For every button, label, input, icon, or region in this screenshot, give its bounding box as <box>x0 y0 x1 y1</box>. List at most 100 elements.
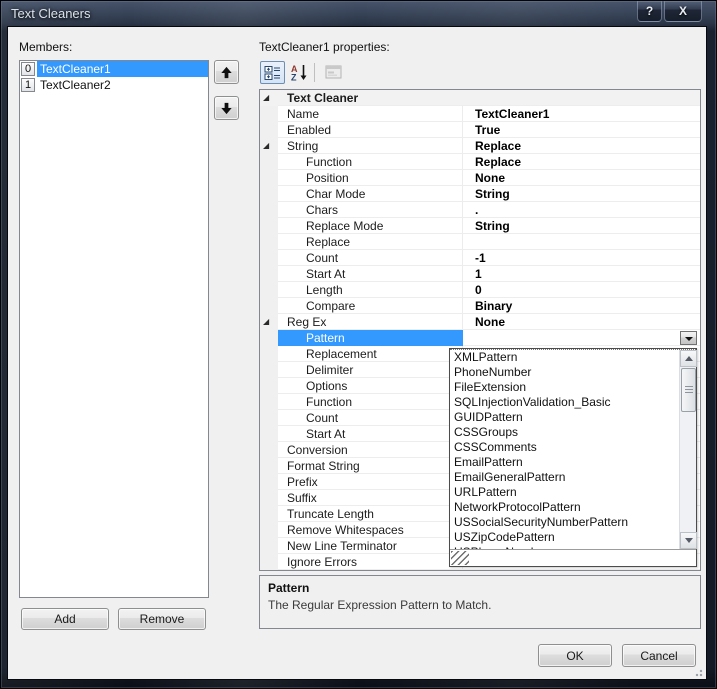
property-value: String <box>475 187 510 201</box>
help-button[interactable]: ? <box>637 1 662 22</box>
property-row-replace[interactable]: Replace <box>260 234 700 250</box>
property-label: Name <box>287 107 319 121</box>
cancel-button[interactable]: Cancel <box>622 644 696 667</box>
property-row-position[interactable]: Position None <box>260 170 700 186</box>
alphabetical-sort-icon: A Z <box>291 64 309 81</box>
move-down-button[interactable] <box>214 96 239 120</box>
dropdown-item[interactable]: CSSGroups <box>450 425 696 440</box>
property-value: String <box>475 219 510 233</box>
scroll-down-button[interactable] <box>680 532 697 549</box>
property-row-function[interactable]: Function Replace <box>260 154 700 170</box>
svg-text:Z: Z <box>291 73 297 82</box>
property-row-start-at[interactable]: Start At 1 <box>260 266 700 282</box>
dropdown-item[interactable]: CSSComments <box>450 440 696 455</box>
property-label: Text Cleaner <box>287 91 358 105</box>
description-title: Pattern <box>268 581 692 595</box>
member-index: 0 <box>21 62 35 76</box>
window-resize-grip[interactable] <box>693 667 703 677</box>
property-label: New Line Terminator <box>287 539 397 553</box>
property-label: Prefix <box>287 475 318 489</box>
dropdown-item[interactable]: EmailGeneralPattern <box>450 470 696 485</box>
property-description-panel: Pattern The Regular Expression Pattern t… <box>259 575 701 629</box>
toolbar-separator <box>314 63 315 82</box>
expand-triangle-icon[interactable]: ◢ <box>263 316 269 327</box>
property-value: None <box>475 171 505 185</box>
close-button[interactable]: X <box>664 1 702 22</box>
description-text: The Regular Expression Pattern to Match. <box>268 598 692 612</box>
title-bar[interactable]: Text Cleaners ? X <box>1 1 716 27</box>
add-button[interactable]: Add <box>21 608 109 630</box>
property-row-enabled[interactable]: EnabledTrue <box>260 122 700 138</box>
ok-button[interactable]: OK <box>538 644 612 667</box>
property-row-count[interactable]: Count-1 <box>260 250 700 266</box>
expand-triangle-icon[interactable]: ◢ <box>263 92 269 103</box>
combo-dropdown-button[interactable] <box>680 331 697 345</box>
property-value: . <box>475 203 478 217</box>
property-row-string[interactable]: ◢StringReplace <box>260 138 700 154</box>
dropdown-item[interactable]: XMLPattern <box>450 350 696 365</box>
dropdown-item[interactable]: EmailPattern <box>450 455 696 470</box>
remove-button[interactable]: Remove <box>118 608 206 630</box>
property-row-name[interactable]: Name TextCleaner1 <box>260 106 700 122</box>
scroll-down-icon <box>685 538 693 543</box>
dropdown-item[interactable]: USZipCodePattern <box>450 530 696 545</box>
property-value: Replace <box>475 139 521 153</box>
property-label: Length <box>306 283 343 297</box>
property-pages-icon <box>325 65 342 80</box>
dropdown-resize-bar[interactable] <box>450 549 696 566</box>
property-value: None <box>475 315 505 329</box>
scroll-up-icon <box>685 356 693 361</box>
add-button-label: Add <box>54 612 75 626</box>
dropdown-item[interactable]: USSocialSecurityNumberPattern <box>450 515 696 530</box>
property-label: Suffix <box>287 491 317 505</box>
property-row-text-cleaner[interactable]: ◢ Text Cleaner <box>260 90 700 106</box>
property-value: TextCleaner1 <box>475 107 549 121</box>
property-value: -1 <box>475 251 486 265</box>
member-index: 1 <box>21 78 35 92</box>
member-label: TextCleaner1 <box>37 61 208 77</box>
cancel-button-label: Cancel <box>640 649 677 663</box>
property-label: Compare <box>306 299 355 313</box>
scroll-up-button[interactable] <box>680 350 697 367</box>
property-value: 1 <box>475 267 482 281</box>
dropdown-item[interactable]: PhoneNumber <box>450 365 696 380</box>
ok-button-label: OK <box>566 649 583 663</box>
property-row-pattern[interactable]: Pattern <box>260 330 700 346</box>
dropdown-resize-grip-icon[interactable] <box>451 551 469 565</box>
property-value: Replace <box>475 155 521 169</box>
scrollbar-thumb[interactable] <box>681 368 696 412</box>
text-cleaners-dialog: Text Cleaners ? X Members: 0TextCleaner1… <box>0 0 717 689</box>
dropdown-item[interactable]: GUIDPattern <box>450 410 696 425</box>
property-row-replace-mode[interactable]: Replace ModeString <box>260 218 700 234</box>
property-value: Binary <box>475 299 512 313</box>
pattern-dropdown: XMLPatternPhoneNumberFileExtensionSQLInj… <box>449 348 697 567</box>
property-label: Position <box>306 171 349 185</box>
property-row-compare[interactable]: Compare Binary <box>260 298 700 314</box>
property-row-length[interactable]: Length0 <box>260 282 700 298</box>
property-row-char-mode[interactable]: Char ModeString <box>260 186 700 202</box>
pattern-dropdown-list[interactable]: XMLPatternPhoneNumberFileExtensionSQLInj… <box>450 349 696 549</box>
up-arrow-icon <box>219 65 234 80</box>
property-pages-button <box>321 61 346 84</box>
alphabetical-sort-button[interactable]: A Z <box>287 61 312 84</box>
member-row[interactable]: 1TextCleaner2 <box>20 77 208 93</box>
categorized-view-button[interactable] <box>260 61 285 84</box>
dropdown-item[interactable]: NetworkProtocolPattern <box>450 500 696 515</box>
members-label: Members: <box>19 40 72 54</box>
member-row[interactable]: 0TextCleaner1 <box>20 61 208 77</box>
members-listbox[interactable]: 0TextCleaner11TextCleaner2 <box>19 60 209 598</box>
property-label: Function <box>306 155 352 169</box>
dropdown-item[interactable]: FileExtension <box>450 380 696 395</box>
property-label: Start At <box>306 267 345 281</box>
property-label: Chars <box>306 203 338 217</box>
dropdown-item[interactable]: SQLInjectionValidation_Basic <box>450 395 696 410</box>
property-row-reg-ex[interactable]: ◢Reg ExNone <box>260 314 700 330</box>
dropdown-item[interactable]: URLPattern <box>450 485 696 500</box>
property-label: Function <box>306 395 352 409</box>
move-up-button[interactable] <box>214 60 239 84</box>
caret-down-icon <box>685 337 693 341</box>
expand-triangle-icon[interactable]: ◢ <box>263 140 269 151</box>
property-value: True <box>475 123 500 137</box>
property-row-chars[interactable]: Chars. <box>260 202 700 218</box>
dropdown-scrollbar[interactable] <box>679 350 696 549</box>
